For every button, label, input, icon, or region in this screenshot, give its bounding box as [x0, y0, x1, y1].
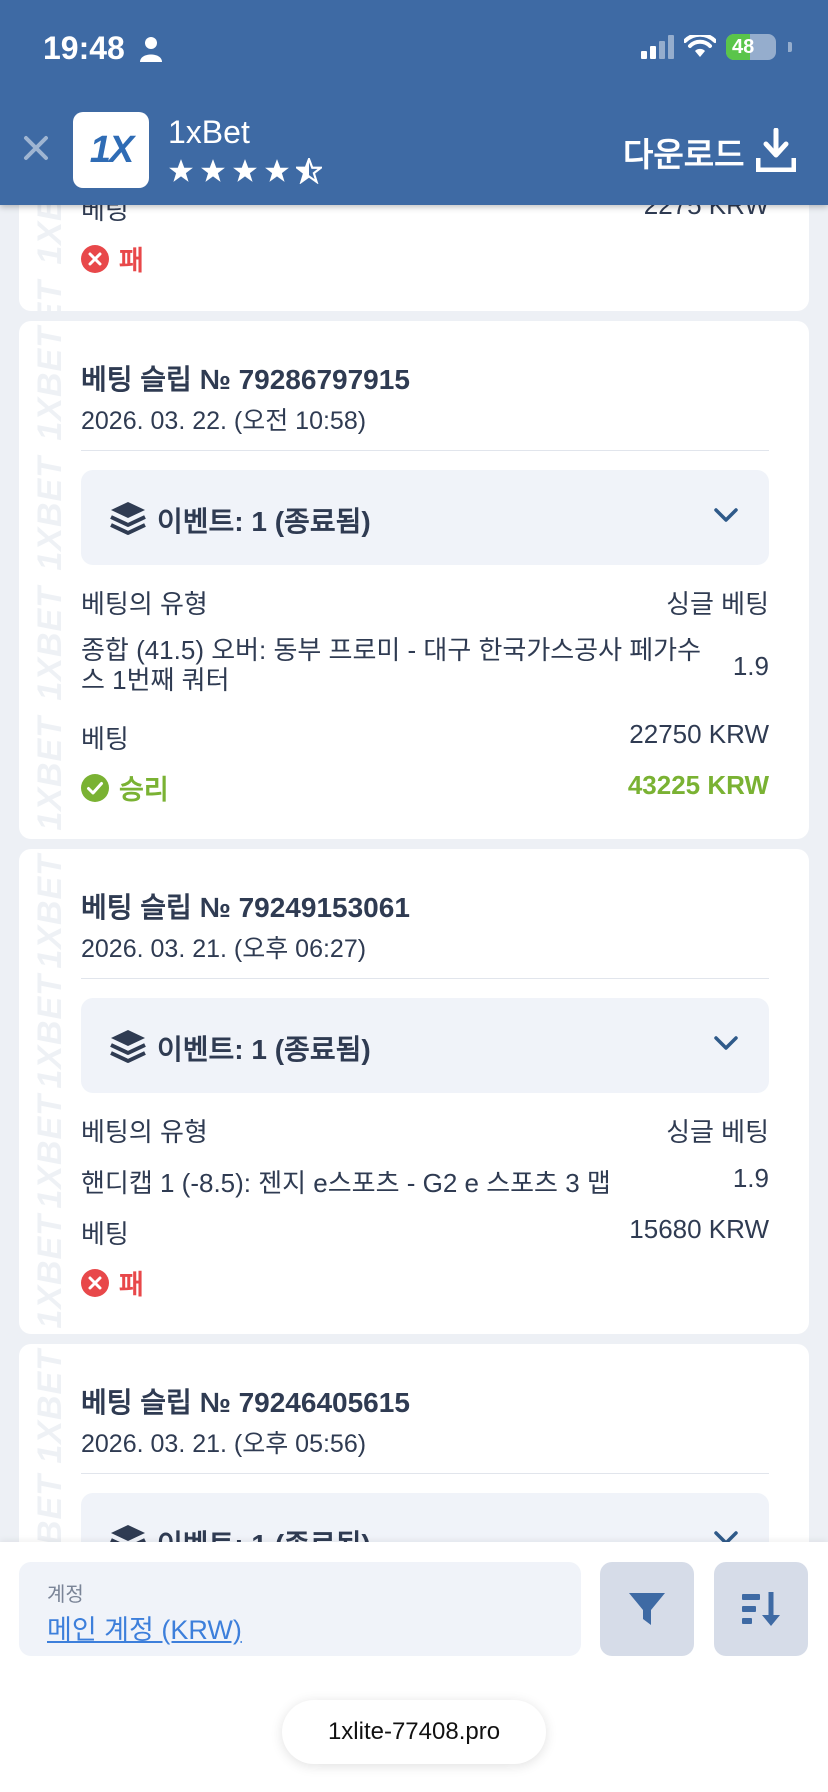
status-time: 19:48 [43, 30, 125, 66]
brand-watermark: 1XBET 1XBET 1XBET 1XBET [31, 854, 69, 1329]
result-won: 승리 [81, 768, 169, 807]
stake-amount: 15680 KRW [629, 1214, 769, 1244]
account-label: 계정 [47, 1584, 84, 1606]
bet-type-value: 싱글 베팅 [666, 1117, 769, 1147]
half-star-icon [296, 158, 322, 184]
filter-icon [629, 1593, 665, 1625]
divider [81, 978, 769, 979]
app-name: 1xBet [168, 114, 250, 150]
bet-type-label: 베팅의 유형 [81, 589, 208, 619]
events-label: 이벤트: 1 (종료됨) [157, 1034, 371, 1065]
rating-stars [168, 158, 322, 184]
account-value[interactable]: 메인 계정 (KRW) [47, 1608, 242, 1647]
odds-value: 1.9 [732, 651, 769, 681]
stake-amount: 22750 KRW [629, 719, 769, 749]
sort-icon [742, 1592, 780, 1626]
event-name: 핸디캡 1 (-8.5): 젠지 e스포츠 - G2 e 스포츠 3 맵 [81, 1168, 611, 1198]
chevron-down-icon [714, 508, 738, 522]
events-toggle[interactable]: 이벤트: 1 (종료됨) [81, 470, 769, 565]
check-circle-icon [81, 773, 109, 802]
bet-type-label: 베팅의 유형 [81, 1117, 208, 1147]
slip-date: 2026. 03. 21. (오후 05:56) [81, 1430, 367, 1458]
result-label: 승리 [119, 775, 169, 805]
download-icon[interactable] [756, 128, 796, 172]
url-bar[interactable]: 1xlite-77408.pro [282, 1700, 546, 1764]
star-icon [233, 159, 257, 182]
odds-value: 1.9 [732, 1163, 769, 1193]
sort-button[interactable] [714, 1562, 808, 1656]
result-lost: 패 [81, 1263, 144, 1302]
app-banner: 19:48 48 1X 1xBet 다운로드 [0, 0, 828, 205]
slip-date: 2026. 03. 22. (오전 10:58) [81, 407, 367, 435]
bet-slip-card: 1XBET 1XBET 1XBET 1XBET 베팅 슬립 № 79249153… [19, 849, 809, 1334]
stake-label: 베팅 [81, 1219, 129, 1249]
divider [81, 1473, 769, 1474]
star-icon [201, 159, 225, 182]
account-selector[interactable]: 계정 메인 계정 (KRW) [19, 1562, 581, 1656]
slip-title: 베팅 슬립 № 79246405615 [81, 1387, 410, 1418]
app-logo-text: 1X [89, 128, 135, 171]
result-label: 패 [119, 1270, 144, 1300]
x-circle-icon [81, 244, 109, 273]
cellular-signal-icon [641, 35, 674, 59]
close-icon[interactable] [20, 132, 52, 164]
download-button[interactable]: 다운로드 [623, 128, 744, 176]
slip-title: 베팅 슬립 № 79249153061 [81, 892, 410, 923]
x-circle-icon [81, 1268, 109, 1297]
slip-title: 베팅 슬립 № 79286797915 [81, 364, 410, 395]
app-logo[interactable]: 1X [73, 112, 149, 188]
star-icon [265, 159, 289, 182]
layers-icon [110, 502, 146, 535]
events-toggle[interactable]: 이벤트: 1 (종료됨) [81, 998, 769, 1093]
battery-icon: 48 [726, 34, 776, 60]
stake-label: 베팅 [81, 724, 129, 754]
battery-level: 48 [732, 35, 755, 58]
divider [81, 450, 769, 451]
wifi-icon [684, 35, 716, 57]
chevron-down-icon [714, 1036, 738, 1050]
brand-watermark: 1XBET 1XBET 1XBET 1XBET [31, 326, 69, 831]
result-label: 패 [119, 246, 144, 276]
events-label: 이벤트: 1 (종료됨) [157, 506, 371, 537]
bottom-toolbar: 계정 메인 계정 (KRW) 1xlite-77408.pro [0, 1542, 828, 1792]
filter-button[interactable] [600, 1562, 694, 1656]
layers-icon [110, 1030, 146, 1063]
star-icon [169, 159, 193, 182]
win-amount: 43225 KRW [627, 770, 769, 800]
bet-slip-card: 1XBET 1XBET 1XBET 1XBET 베팅 슬립 № 79286797… [19, 321, 809, 839]
person-icon [140, 37, 162, 62]
slip-date: 2026. 03. 21. (오후 06:27) [81, 935, 367, 963]
status-icons: 48 [641, 34, 792, 60]
event-name: 종합 (41.5) 오버: 동부 프로미 - 대구 한국가스공사 페가수스 1번… [81, 635, 701, 695]
result-lost: 패 [81, 239, 144, 278]
bet-type-value: 싱글 베팅 [666, 589, 769, 619]
